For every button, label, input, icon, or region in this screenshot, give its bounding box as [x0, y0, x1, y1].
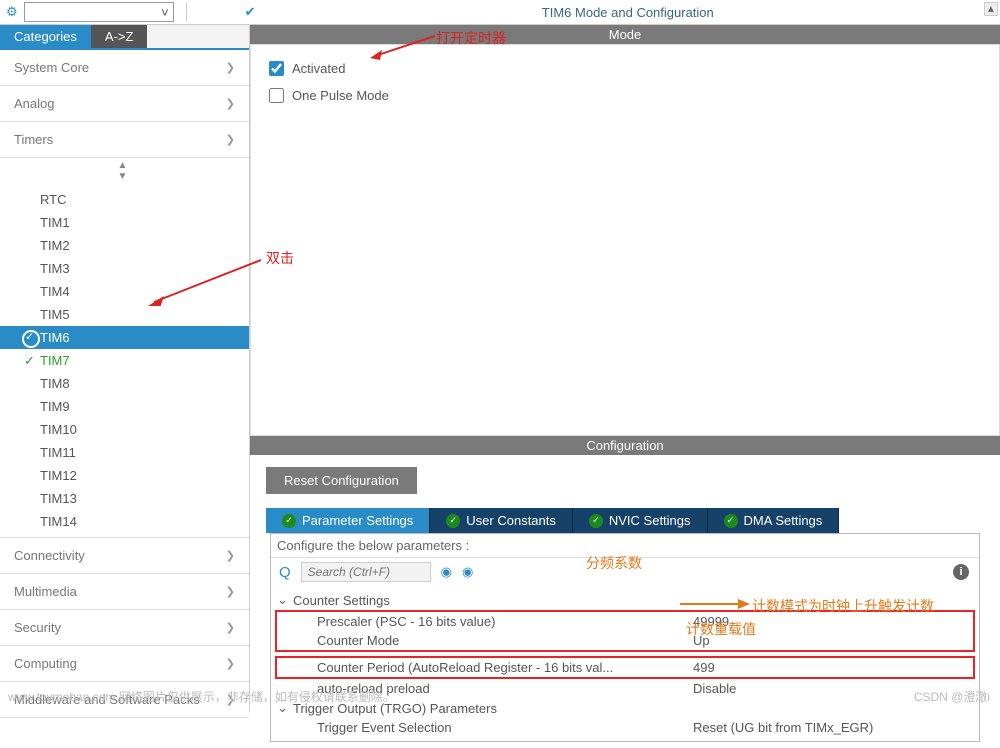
status-dot-icon: ✓ [724, 514, 738, 528]
tab-nvic-settings[interactable]: ✓NVIC Settings [573, 508, 708, 533]
arrow-icon [146, 258, 266, 306]
tree-counter-settings[interactable]: ⌄ Counter Settings [277, 590, 973, 610]
group-label: Security [14, 620, 61, 635]
configuration-bar: Configuration [250, 436, 1000, 455]
scroll-up-icon[interactable]: ▲ [984, 2, 998, 16]
tab-parameter-settings[interactable]: ✓Parameter Settings [266, 508, 430, 533]
search-icon[interactable]: Q [279, 564, 291, 581]
group-label: Timers [14, 132, 53, 147]
one-pulse-checkbox[interactable] [269, 88, 284, 103]
row-trigger-event[interactable]: Trigger Event Selection Reset (UG bit fr… [277, 718, 973, 737]
check-icon[interactable]: ✔ [245, 4, 256, 20]
peripheral-search-dropdown[interactable]: ˅ [24, 2, 174, 22]
group-multimedia[interactable]: Multimedia ❯ [0, 574, 249, 610]
group-label: Analog [14, 96, 54, 111]
group-analog[interactable]: Analog ❯ [0, 86, 249, 122]
activated-checkbox[interactable] [269, 61, 284, 76]
one-pulse-checkbox-row[interactable]: One Pulse Mode [269, 88, 981, 103]
group-label: System Core [14, 60, 89, 75]
chevron-right-icon: ❯ [226, 61, 235, 74]
info-icon[interactable]: i [953, 564, 969, 580]
status-dot-icon: ✓ [589, 514, 603, 528]
tab-az[interactable]: A->Z [91, 25, 148, 48]
status-dot-icon: ✓ [446, 514, 460, 528]
chevron-right-icon: ❯ [226, 549, 235, 562]
caret-down-icon: ⌄ [277, 592, 293, 608]
arrow-icon [370, 34, 440, 60]
chevron-right-icon: ❯ [226, 585, 235, 598]
timer-item-tim11[interactable]: TIM11 [0, 441, 249, 464]
chevron-down-icon: ❯ [226, 133, 235, 146]
prev-icon[interactable]: ◉ [441, 564, 452, 580]
timer-item-tim13[interactable]: TIM13 [0, 487, 249, 510]
footer-left: www.toymoban.com 网络图片仅供展示，非存储，如有侵权请联系删除。 [8, 688, 395, 705]
timer-list: RTC TIM1 TIM2 TIM3 TIM4 TIM5 TIM6 TIM7 T… [0, 184, 249, 537]
counter-period-value[interactable]: 499 [673, 660, 973, 675]
trigger-event-value[interactable]: Reset (UG bit from TIMx_EGR) [673, 720, 973, 735]
group-label: Multimedia [14, 584, 77, 599]
chevron-right-icon: ❯ [226, 621, 235, 634]
group-label: Computing [14, 656, 77, 671]
timer-item-tim8[interactable]: TIM8 [0, 372, 249, 395]
reset-configuration-button[interactable]: Reset Configuration [266, 467, 417, 494]
timer-item-tim10[interactable]: TIM10 [0, 418, 249, 441]
activated-checkbox-row[interactable]: Activated [269, 61, 981, 76]
group-timers[interactable]: Timers ❯ [0, 122, 249, 158]
status-dot-icon: ✓ [282, 514, 296, 528]
param-search-input[interactable] [301, 562, 431, 582]
row-counter-mode[interactable]: Counter Mode Up [277, 631, 973, 650]
timer-item-tim9[interactable]: TIM9 [0, 395, 249, 418]
row-counter-period[interactable]: Counter Period (AutoReload Register - 16… [277, 658, 973, 677]
counter-mode-value[interactable]: Up [673, 633, 973, 648]
timer-item-tim14[interactable]: TIM14 [0, 510, 249, 533]
next-icon[interactable]: ◉ [462, 564, 473, 580]
timer-item-tim7[interactable]: TIM7 [0, 349, 249, 372]
chevron-right-icon: ❯ [226, 97, 235, 110]
timer-item-tim2[interactable]: TIM2 [0, 234, 249, 257]
tab-dma-settings[interactable]: ✓DMA Settings [708, 508, 840, 533]
group-security[interactable]: Security ❯ [0, 610, 249, 646]
gear-icon[interactable]: ⚙ [6, 4, 18, 20]
timer-item-rtc[interactable]: RTC [0, 188, 249, 211]
prescaler-value[interactable]: 49999 [673, 614, 973, 629]
scroll-handle-icon[interactable]: ▲▼ [0, 158, 249, 184]
activated-label: Activated [292, 61, 345, 76]
row-prescaler[interactable]: Prescaler (PSC - 16 bits value) 49999 [277, 612, 973, 631]
arrow-icon [680, 595, 750, 613]
chevron-down-icon: ˅ [161, 5, 169, 20]
chevron-right-icon: ❯ [226, 657, 235, 670]
tab-categories[interactable]: Categories [0, 25, 91, 48]
group-system-core[interactable]: System Core ❯ [0, 50, 249, 86]
group-label: Connectivity [14, 548, 85, 563]
timer-item-tim12[interactable]: TIM12 [0, 464, 249, 487]
timer-item-tim1[interactable]: TIM1 [0, 211, 249, 234]
group-computing[interactable]: Computing ❯ [0, 646, 249, 682]
tab-user-constants[interactable]: ✓User Constants [430, 508, 573, 533]
group-connectivity[interactable]: Connectivity ❯ [0, 538, 249, 574]
page-title: TIM6 Mode and Configuration [542, 3, 714, 22]
timer-item-tim5[interactable]: TIM5 [0, 303, 249, 326]
mode-bar: Mode [250, 25, 1000, 44]
timer-item-tim6[interactable]: TIM6 [0, 326, 249, 349]
one-pulse-label: One Pulse Mode [292, 88, 389, 103]
footer-right: CSDN @澄澈i [914, 688, 990, 705]
configure-hint: Configure the below parameters : [271, 534, 979, 558]
